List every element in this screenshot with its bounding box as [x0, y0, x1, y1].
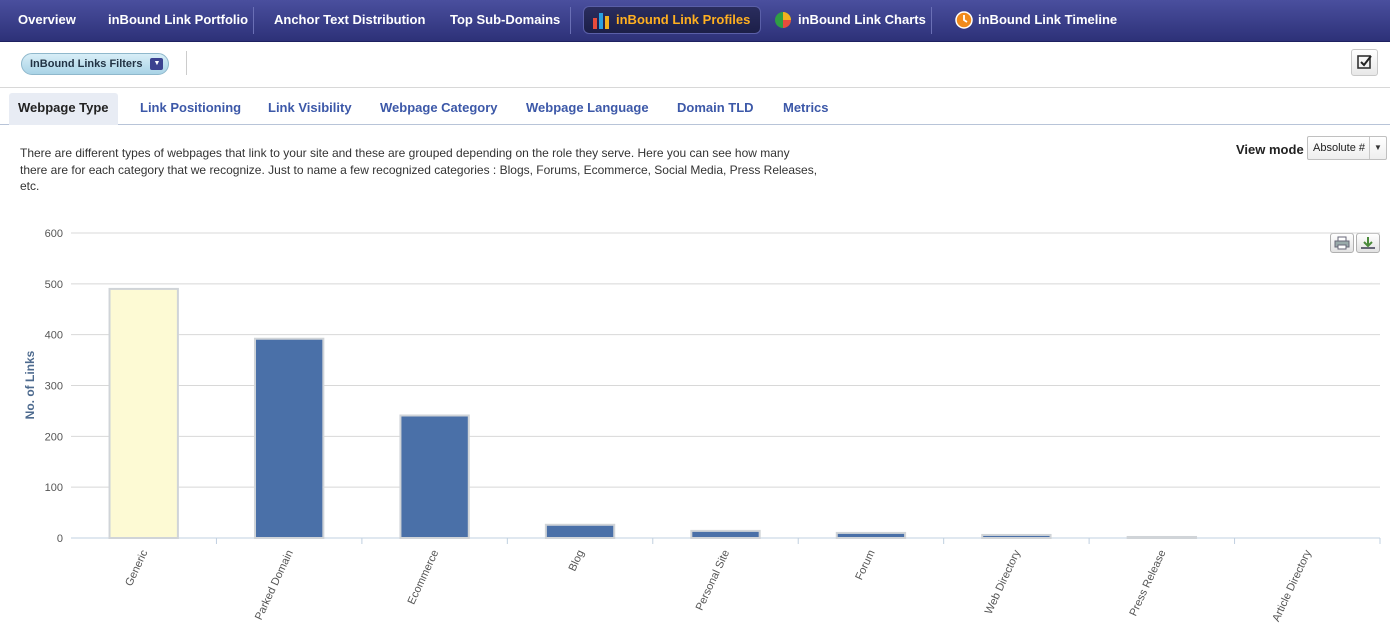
x-tick-label: Web Directory	[983, 548, 1023, 616]
tab-link-positioning[interactable]: Link Positioning	[131, 93, 250, 125]
bar-blog[interactable]	[544, 523, 616, 539]
x-tick-label: Parked Domain	[253, 548, 296, 622]
nav-inbound-link-charts-label: inBound Link Charts	[798, 12, 926, 27]
nav-inbound-link-profiles-label: inBound Link Profiles	[616, 12, 751, 27]
y-tick-label: 500	[45, 279, 63, 291]
nav-inbound-link-timeline-label: inBound Link Timeline	[978, 12, 1118, 27]
y-tick-label: 600	[45, 228, 63, 240]
y-tick-label: 400	[45, 330, 63, 342]
x-tick-label: Forum	[853, 548, 877, 582]
nav-separator	[931, 7, 932, 34]
view-mode-value: Absolute #	[1313, 142, 1365, 154]
x-tick-label: Personal Site	[694, 548, 733, 612]
pie-chart-icon	[775, 12, 791, 28]
bar-ecommerce[interactable]	[399, 414, 470, 539]
bar-generic[interactable]	[108, 287, 179, 539]
x-tick-label: Ecommerce	[406, 548, 442, 606]
x-tick-label: Blog	[567, 548, 587, 573]
checkbox-icon	[1357, 55, 1372, 69]
inbound-links-filters-button[interactable]: InBound Links Filters ▼	[21, 53, 170, 75]
bar-personal-site[interactable]	[690, 529, 761, 539]
bar-press-release[interactable]	[1126, 535, 1198, 540]
tab-metrics[interactable]: Metrics	[774, 93, 838, 125]
nav-separator	[570, 7, 571, 34]
nav-inbound-link-timeline[interactable]: inBound Link Timeline	[955, 0, 1117, 42]
chart-container: Generic Parked Domain Ecommerce Blog Persona…	[0, 218, 1390, 636]
nav-inbound-link-portfolio[interactable]: inBound Link Portfolio	[108, 0, 248, 42]
x-tick-label: Generic	[123, 548, 150, 588]
tab-webpage-language[interactable]: Webpage Language	[517, 93, 658, 125]
clock-icon	[955, 11, 973, 29]
y-tick-label: 200	[45, 431, 63, 443]
inbound-links-filters-label: InBound Links Filters	[30, 58, 143, 70]
nav-overview[interactable]: Overview	[18, 0, 76, 42]
tab-bar: Webpage Type Link Positioning Link Visib…	[0, 89, 1390, 125]
nav-inbound-link-charts[interactable]: inBound Link Charts	[774, 0, 926, 42]
nav-inbound-link-profiles[interactable]: inBound Link Profiles	[583, 6, 762, 34]
bar-forum[interactable]	[835, 531, 907, 539]
nav-top-sub-domains[interactable]: Top Sub-Domains	[450, 0, 560, 42]
tab-domain-tld[interactable]: Domain TLD	[668, 93, 763, 125]
y-tick-label: 300	[45, 381, 63, 393]
nav-anchor-text-distribution[interactable]: Anchor Text Distribution	[274, 0, 425, 42]
filter-bar: InBound Links Filters ▼	[0, 43, 1390, 88]
nav-separator	[253, 7, 254, 34]
tab-webpage-category[interactable]: Webpage Category	[371, 93, 507, 125]
tab-link-visibility[interactable]: Link Visibility	[259, 93, 361, 125]
y-tick-label: 100	[45, 482, 63, 494]
chevron-down-icon: ▼	[150, 58, 164, 70]
description-text: There are different types of webpages th…	[20, 146, 818, 193]
chevron-down-icon: ▼	[1369, 137, 1386, 159]
divider	[186, 51, 187, 75]
top-nav: Overview inBound Link Portfolio Anchor T…	[0, 0, 1390, 42]
bar-web-directory[interactable]	[981, 533, 1052, 540]
x-tick-label: Press Release	[1127, 548, 1168, 618]
view-mode-select[interactable]: Absolute # ▼	[1307, 136, 1387, 160]
bar-parked-domain[interactable]	[253, 337, 325, 539]
y-axis-title: No. of Links	[23, 350, 37, 419]
bar-chart: Generic Parked Domain Ecommerce Blog Persona…	[23, 228, 1381, 624]
y-tick-label: 0	[57, 533, 63, 545]
view-mode-label: View mode	[1236, 142, 1304, 157]
checklist-button[interactable]	[1351, 49, 1378, 76]
tab-webpage-type[interactable]: Webpage Type	[9, 93, 118, 125]
bar-chart-icon	[593, 13, 609, 29]
x-tick-label: Article Directory	[1270, 548, 1314, 624]
